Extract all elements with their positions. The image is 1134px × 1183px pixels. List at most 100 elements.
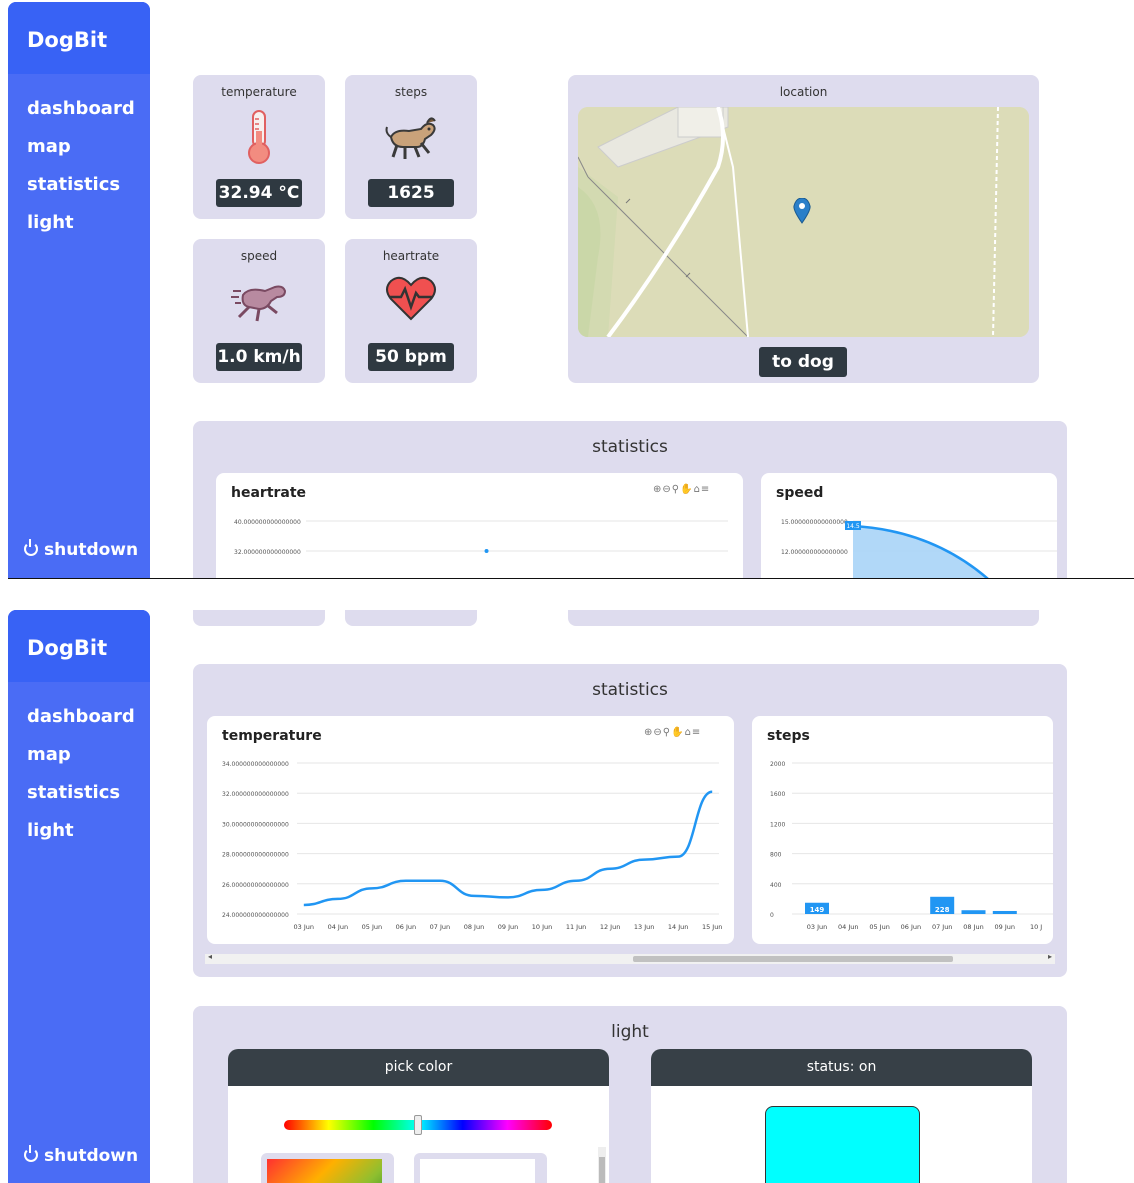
heartrate-plot: 40.000000000000000 32.000000000000000 xyxy=(234,519,728,556)
x-tick-label: 10 Jun xyxy=(532,923,553,931)
y-tick-label: 400 xyxy=(770,882,782,889)
x-tick-label: 03 Jun xyxy=(807,923,828,931)
temperature-series-line xyxy=(303,790,713,907)
color-gradient-frame xyxy=(261,1153,394,1183)
statistics-panel: statistics heartrate ⊕⊖⚲✋⌂≡ 40.000000000… xyxy=(193,421,1067,578)
x-tick-label: 09 Jun xyxy=(995,923,1016,931)
steps-bar xyxy=(992,910,1017,914)
location-label: location xyxy=(779,85,828,99)
y-tick-label: 24.000000000000000 xyxy=(222,912,289,919)
dashboard-view-bottom: DogBit dashboard map statistics light sh… xyxy=(0,610,1134,1183)
x-tick-label: 04 Jun xyxy=(838,923,859,931)
steps-value: 1625 xyxy=(368,179,454,207)
light-status-label: status: on xyxy=(651,1049,1032,1086)
light-panel: light pick color status: on xyxy=(193,1006,1067,1183)
power-icon xyxy=(24,539,38,556)
speed-value: 1.0 km/h xyxy=(216,343,302,371)
y-tick-label: 0 xyxy=(770,912,774,919)
x-tick-label: 05 Jun xyxy=(869,923,890,931)
speed-chart[interactable]: speed 15.000000000000000 12.0000000000000… xyxy=(761,473,1057,578)
y-tick-label: 1600 xyxy=(770,791,785,798)
temperature-value: 32.94 °C xyxy=(216,179,302,207)
scrollbar-thumb[interactable] xyxy=(633,956,953,962)
heartrate-card: heartrate 50 bpm xyxy=(345,239,477,383)
temperature-chart[interactable]: temperature ⊕⊖⚲✋⌂≡ 34.000000000000000 32.… xyxy=(207,716,734,944)
shutdown-label: shutdown xyxy=(44,540,139,560)
x-tick-label: 09 Jun xyxy=(498,923,519,931)
to-dog-button[interactable]: to dog xyxy=(759,347,847,377)
y-tick-label: 1200 xyxy=(770,821,785,828)
sidebar: DogBit dashboard map statistics light sh… xyxy=(8,610,150,1183)
nav-item-light[interactable]: light xyxy=(8,212,150,250)
statistics-title: statistics xyxy=(592,680,668,700)
heartrate-point xyxy=(484,549,489,553)
nav-item-map[interactable]: map xyxy=(8,744,150,782)
heartrate-chart[interactable]: heartrate ⊕⊖⚲✋⌂≡ 40.000000000000000 32.00… xyxy=(216,473,743,578)
color-gradient-picker[interactable] xyxy=(267,1159,382,1183)
y-tick-label: 34.000000000000000 xyxy=(222,761,289,768)
speed-label: speed xyxy=(240,249,278,263)
steps-chart[interactable]: steps 2000 1600 1200 800 400 0 03 Jun 149 04 Jun… xyxy=(752,716,1053,944)
sidebar-nav: dashboard map statistics light xyxy=(8,682,150,858)
sidebar-nav: dashboard map statistics light xyxy=(8,74,150,250)
x-tick-label: 13 Jun xyxy=(634,923,655,931)
sidebar: DogBit dashboard map statistics light sh… xyxy=(8,2,150,578)
heartrate-card-cropped xyxy=(345,610,477,626)
x-tick-label: 08 Jun xyxy=(464,923,485,931)
location-card: location to dog xyxy=(568,75,1039,383)
x-tick-label: 15 Jun xyxy=(702,923,723,931)
nav-item-dashboard[interactable]: dashboard xyxy=(8,98,150,136)
nav-item-statistics[interactable]: statistics xyxy=(8,782,150,820)
y-tick-label: 2000 xyxy=(770,761,785,768)
speed-card: speed 1.0 km/h xyxy=(193,239,325,383)
x-tick-label: 07 Jun xyxy=(430,923,451,931)
scroll-left-icon[interactable]: ◂ xyxy=(208,952,212,961)
x-tick-label: 12 Jun xyxy=(600,923,621,931)
shutdown-button[interactable]: shutdown xyxy=(24,539,139,560)
thermometer-icon xyxy=(248,110,270,164)
light-color-swatch[interactable] xyxy=(765,1106,920,1183)
steps-bar xyxy=(961,910,986,914)
x-tick-label: 06 Jun xyxy=(901,923,922,931)
nav-item-statistics[interactable]: statistics xyxy=(8,174,150,212)
shutdown-button[interactable]: shutdown xyxy=(24,1145,138,1166)
steps-plot: 2000 1600 1200 800 400 0 03 Jun 149 04 Jun 05 Jun… xyxy=(770,761,1053,931)
y-tick-label: 28.000000000000000 xyxy=(222,852,289,859)
pick-color-box: pick color xyxy=(228,1049,609,1183)
temperature-plot: 34.000000000000000 32.000000000000000 30.0… xyxy=(222,761,723,931)
map-view[interactable] xyxy=(578,107,1029,337)
heartbeat-icon xyxy=(386,276,436,321)
speed-card-cropped xyxy=(193,610,325,626)
temperature-label: temperature xyxy=(221,85,297,99)
light-title: light xyxy=(611,1022,649,1042)
dog-walking-icon xyxy=(385,117,436,159)
x-tick-label: 06 Jun xyxy=(396,923,417,931)
horizontal-scrollbar[interactable]: ◂ ▸ xyxy=(205,952,1055,964)
x-tick-label: 10 J xyxy=(1030,923,1042,931)
steps-card: steps 1625 xyxy=(345,75,477,219)
x-tick-label: 14 Jun xyxy=(668,923,689,931)
running-dog-icon xyxy=(231,285,287,322)
app-logo[interactable]: DogBit xyxy=(8,610,150,682)
app-logo[interactable]: DogBit xyxy=(8,2,150,74)
nav-item-dashboard[interactable]: dashboard xyxy=(8,706,150,744)
speed-plot: 15.000000000000000 12.000000000000000 14.5 xyxy=(781,519,1057,578)
speed-data-label: 14.5 xyxy=(846,523,860,530)
nav-item-light[interactable]: light xyxy=(8,820,150,858)
y-tick-label: 26.000000000000000 xyxy=(222,882,289,889)
hue-slider-handle[interactable] xyxy=(414,1115,422,1135)
light-status-box: status: on xyxy=(651,1049,1032,1183)
location-card-cropped xyxy=(568,610,1039,626)
x-tick-label: 04 Jun xyxy=(328,923,349,931)
picker-scrollbar-thumb[interactable] xyxy=(599,1157,605,1183)
pick-color-header: pick color xyxy=(228,1049,609,1086)
color-preview-frame xyxy=(414,1153,547,1183)
x-tick-label: 03 Jun xyxy=(294,923,315,931)
scroll-right-icon[interactable]: ▸ xyxy=(1048,952,1052,961)
nav-item-map[interactable]: map xyxy=(8,136,150,174)
bar-data-label: 149 xyxy=(810,906,825,914)
picker-scrollbar[interactable] xyxy=(598,1147,606,1183)
location-pin-icon[interactable] xyxy=(793,198,811,224)
color-preview xyxy=(420,1159,535,1183)
x-tick-label: 07 Jun xyxy=(932,923,953,931)
